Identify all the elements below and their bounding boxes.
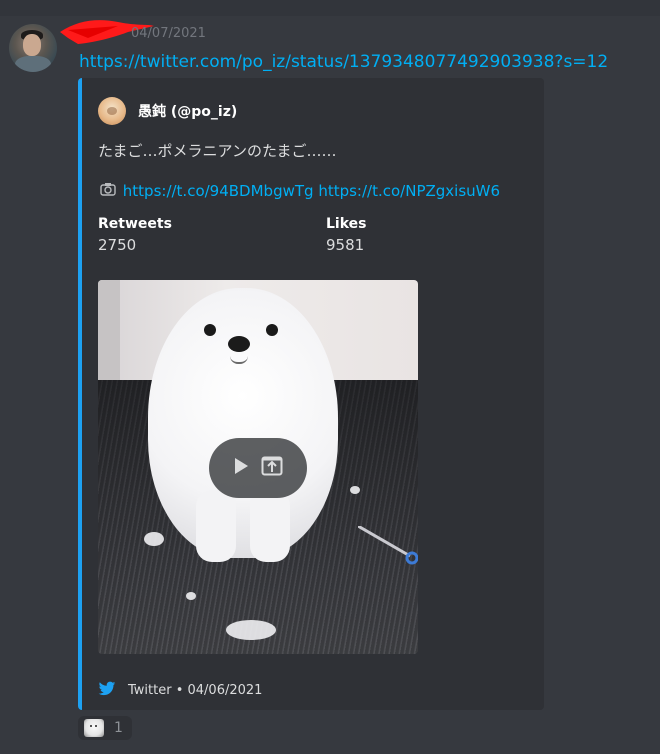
- user-avatar[interactable]: [9, 24, 57, 72]
- embed-description: たまご…ポメラニアンのたまご……: [98, 142, 337, 160]
- tweet-embed: 愚鈍 (@po_iz) たまご…ポメラニアンのたまご…… https://t.c…: [78, 78, 544, 710]
- play-icon[interactable]: [233, 457, 249, 479]
- embed-footer: Twitter • 04/06/2021: [98, 681, 262, 699]
- video-controls: [209, 438, 307, 498]
- reaction-button[interactable]: 1: [78, 716, 132, 740]
- field-name: Likes: [326, 216, 367, 232]
- field-likes: Likes 9581: [326, 216, 366, 254]
- author-avatar-icon: [98, 97, 126, 125]
- pomeranian-emoji-icon: [84, 719, 104, 737]
- message-timestamp: 04/07/2021: [131, 26, 206, 41]
- video-thumbnail[interactable]: [98, 280, 418, 654]
- embed-author[interactable]: 愚鈍 (@po_iz): [98, 97, 237, 125]
- tco-link-2[interactable]: https://t.co/NPZgxisuW6: [318, 182, 500, 200]
- reaction-count: 1: [114, 720, 123, 736]
- author-name[interactable]: 愚鈍 (@po_iz): [138, 101, 237, 121]
- chat-message: 04/07/2021 https://twitter.com/po_iz/sta…: [0, 16, 660, 754]
- field-retweets: Retweets 2750: [98, 216, 172, 254]
- dog-image: [148, 288, 338, 558]
- field-value: 9581: [326, 236, 365, 254]
- footer-text: Twitter • 04/06/2021: [128, 682, 263, 698]
- camera-icon: [100, 182, 118, 200]
- twitter-icon: [98, 681, 116, 699]
- field-name: Retweets: [98, 216, 172, 232]
- field-value: 2750: [98, 236, 137, 254]
- tco-link-1[interactable]: https://t.co/94BDMbgwTg: [123, 182, 314, 200]
- tweet-link[interactable]: https://twitter.com/po_iz/status/1379348…: [79, 52, 608, 72]
- top-bar: [0, 0, 660, 16]
- open-external-icon[interactable]: [261, 456, 283, 480]
- embed-links: https://t.co/94BDMbgwTg https://t.co/NPZ…: [100, 182, 500, 200]
- grooming-scissors: [358, 526, 418, 565]
